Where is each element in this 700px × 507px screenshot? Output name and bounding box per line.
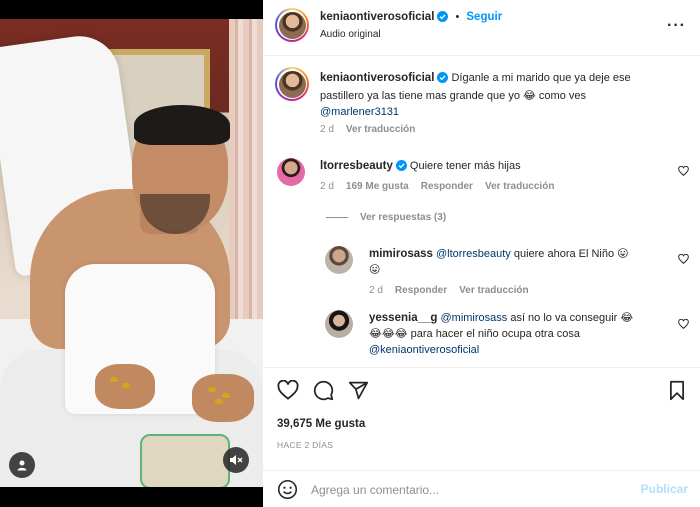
comment-meta: 2 d 169 Me gusta Responder Ver traducció… (320, 181, 554, 192)
caption-mention[interactable]: @marlener3131 (320, 106, 399, 118)
comment-username[interactable]: ltorresbeauty (320, 160, 393, 172)
verified-badge-icon (437, 72, 449, 88)
comment-avatar[interactable] (277, 158, 305, 186)
post-actions: 39,675 Me gusta HACE 2 DÍAS (263, 367, 700, 457)
pill (110, 377, 118, 382)
post-media[interactable] (0, 0, 263, 507)
author-avatar[interactable] (275, 8, 309, 42)
muted-speaker-icon[interactable] (223, 447, 249, 473)
pill (122, 383, 130, 388)
bookmark-icon[interactable] (668, 380, 686, 404)
share-icon[interactable] (348, 380, 369, 404)
comment-icon[interactable] (313, 380, 334, 404)
separator-dot: • (455, 11, 460, 23)
pill (215, 399, 223, 404)
reply-time: 2 d (369, 285, 383, 296)
heart-icon[interactable] (678, 253, 689, 267)
caption-translate[interactable]: Ver traducción (346, 124, 415, 135)
caption-time: 2 d (320, 124, 334, 135)
publish-button[interactable]: Publicar (641, 482, 688, 496)
reply-translate[interactable]: Ver traducción (459, 285, 528, 296)
verified-badge-icon (395, 160, 407, 176)
view-replies[interactable]: Ver respuestas (3) (326, 212, 446, 223)
reply-meta: 2 d Responder Ver traducción (369, 285, 529, 296)
view-replies-label[interactable]: Ver respuestas (3) (360, 212, 446, 223)
right-hand (192, 374, 254, 422)
reply-text: quiere ahora El Niño 😛 (513, 248, 629, 260)
comment: ltorresbeauty Quiere tener más hijas (320, 158, 521, 176)
user-tag-icon[interactable] (9, 452, 35, 478)
pill (208, 387, 216, 392)
reply-text-line2: 😛 (369, 264, 381, 276)
reply: yessenia__g @mimirosass así no lo va con… (369, 310, 669, 358)
caption-avatar[interactable] (275, 67, 309, 101)
heart-icon[interactable] (678, 165, 689, 179)
reply-username[interactable]: mimirosass (369, 248, 433, 260)
audio-label[interactable]: Audio original (320, 29, 381, 40)
caption-meta: 2 d Ver traducción (320, 124, 415, 135)
emoji-icon[interactable] (277, 479, 298, 503)
author-line: keniaontiverosoficial • Seguir (320, 11, 502, 25)
reply-avatar[interactable] (325, 310, 353, 338)
likes-count[interactable]: 39,675 Me gusta (277, 418, 365, 430)
more-options-icon[interactable]: ··· (667, 17, 686, 35)
comment-reply-button[interactable]: Responder (421, 181, 473, 192)
author-username[interactable]: keniaontiverosoficial (320, 11, 434, 23)
reply-avatar[interactable] (325, 246, 353, 274)
heart-icon[interactable] (678, 318, 689, 332)
comment-text: Quiere tener más hijas (409, 160, 521, 172)
comment-time: 2 d (320, 181, 334, 192)
reply-text: así no lo va conseguir 😂 (510, 312, 634, 324)
reply: mimirosass @ltorresbeauty quiere ahora E… (369, 246, 659, 278)
reply-text-line2: 😂😂😂 para hacer el niño ocupa otra cosa (369, 328, 581, 340)
post-panel: keniaontiverosoficial • Seguir Audio ori… (263, 0, 700, 507)
follow-button[interactable]: Seguir (466, 11, 502, 23)
post-date: HACE 2 DÍAS (277, 440, 334, 450)
person-hair (134, 105, 230, 145)
comment-input[interactable] (311, 480, 611, 500)
reply-mention[interactable]: @mimirosass (440, 312, 507, 324)
comment-composer: Publicar (263, 470, 700, 507)
reply-mention[interactable]: @keniaontiverosoficial (369, 344, 479, 356)
pill-bag (140, 434, 230, 487)
reply-username[interactable]: yessenia__g (369, 312, 437, 324)
caption: keniaontiverosoficial Díganle a mi marid… (320, 70, 660, 120)
verified-badge-icon (437, 11, 449, 25)
caption-username[interactable]: keniaontiverosoficial (320, 72, 434, 84)
reply-reply-button[interactable]: Responder (395, 285, 447, 296)
reply-mention[interactable]: @ltorresbeauty (436, 248, 511, 260)
heart-icon[interactable] (277, 379, 299, 403)
replies-line (326, 217, 348, 218)
comment-translate[interactable]: Ver traducción (485, 181, 554, 192)
comments-list[interactable]: keniaontiverosoficial Díganle a mi marid… (263, 57, 700, 367)
video-frame[interactable] (0, 19, 263, 487)
post-header: keniaontiverosoficial • Seguir Audio ori… (263, 0, 700, 56)
comment-likes[interactable]: 169 Me gusta (346, 181, 409, 192)
pill (222, 393, 230, 398)
